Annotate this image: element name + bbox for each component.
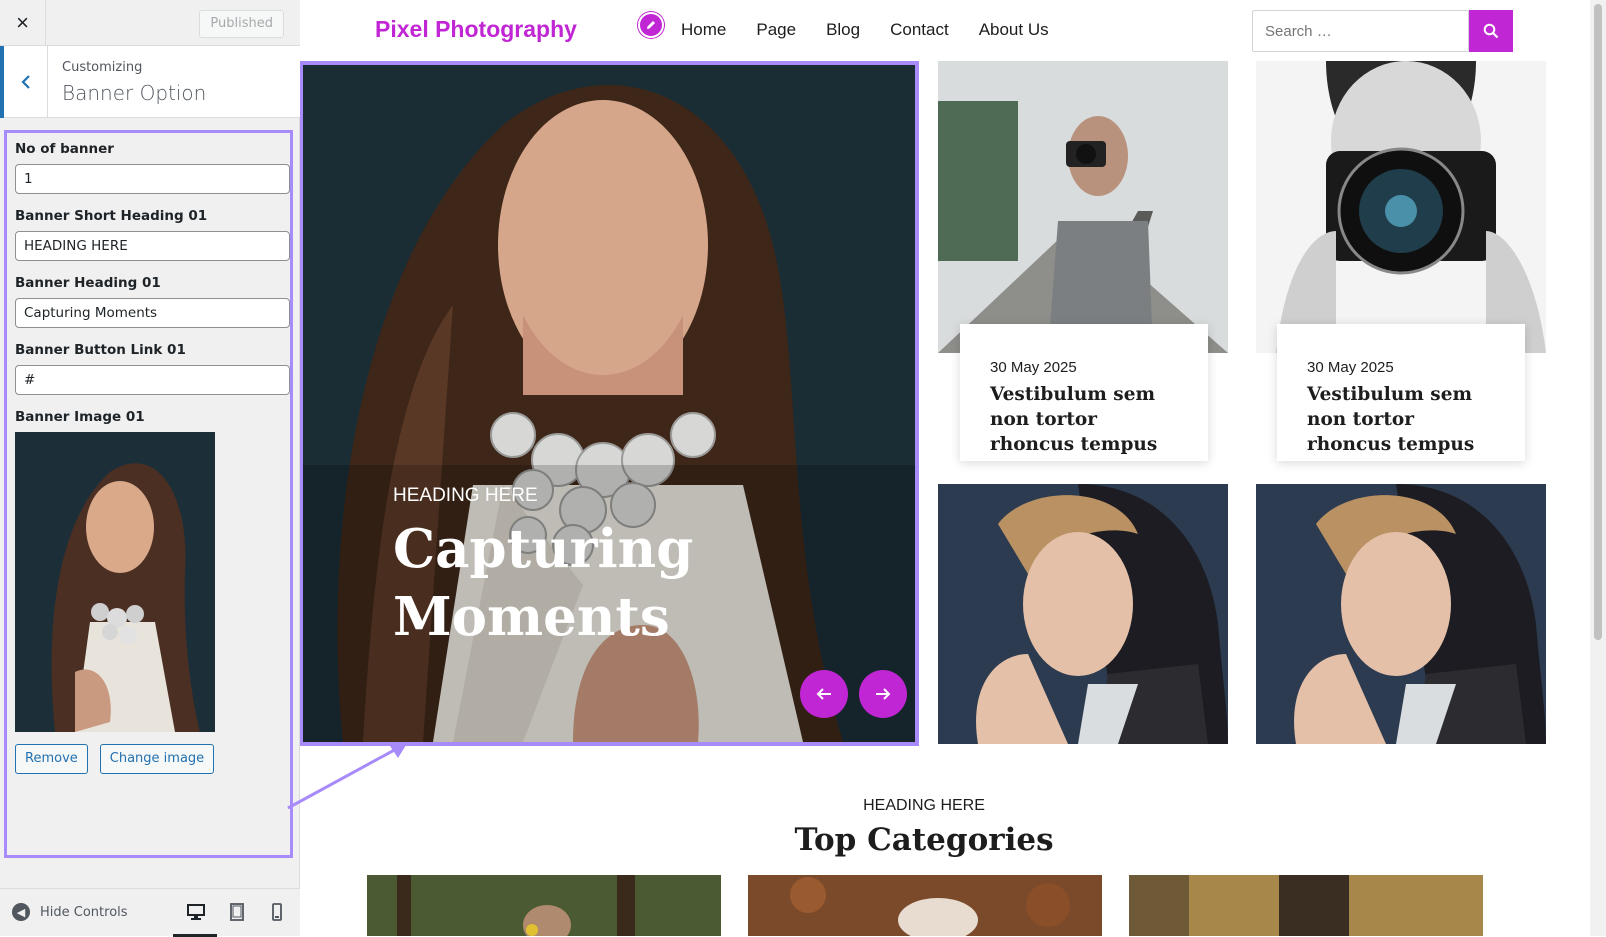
mobile-preview-button[interactable] bbox=[266, 901, 288, 923]
nav-item-page[interactable]: Page bbox=[756, 20, 796, 40]
pencil-icon bbox=[647, 21, 655, 29]
hide-controls-button[interactable]: ◀ Hide Controls bbox=[12, 903, 128, 921]
field-label-banner-heading: Banner Heading 01 bbox=[15, 275, 161, 291]
banner-image-thumbnail[interactable] bbox=[15, 432, 215, 732]
post-card[interactable]: 30 May 2025 Vestibulum sem non tortor rh… bbox=[960, 324, 1208, 461]
tablet-preview-button[interactable] bbox=[226, 901, 248, 923]
search-input[interactable] bbox=[1252, 10, 1469, 52]
mobile-icon bbox=[272, 903, 282, 921]
nav-item-contact[interactable]: Contact bbox=[890, 20, 949, 40]
banner-short-heading: HEADING HERE bbox=[393, 485, 538, 506]
nav-item-blog[interactable]: Blog bbox=[826, 20, 860, 40]
banner-heading: Capturing Moments bbox=[393, 518, 694, 648]
post-title[interactable]: Vestibulum sem non tortor rhoncus tempus bbox=[990, 382, 1178, 457]
section-header: Customizing Banner Option bbox=[0, 46, 300, 118]
site-preview: Pixel Photography Home Page Blog Contact… bbox=[300, 0, 1590, 936]
post-image[interactable] bbox=[1256, 484, 1546, 744]
banner-prev-button[interactable] bbox=[800, 670, 848, 718]
customizer-sidebar: × Published Customizing Banner Option No… bbox=[0, 0, 300, 937]
preview-scrollbar[interactable] bbox=[1590, 0, 1606, 936]
banner-next-button[interactable] bbox=[859, 670, 907, 718]
category-image[interactable] bbox=[1129, 875, 1483, 936]
post-image[interactable] bbox=[938, 61, 1228, 353]
field-label-banner-image: Banner Image 01 bbox=[15, 409, 145, 425]
main-navigation: Home Page Blog Contact About Us bbox=[681, 20, 1049, 40]
edit-shortcut-button[interactable] bbox=[638, 12, 664, 38]
post-date: 30 May 2025 bbox=[1307, 359, 1394, 376]
no-of-banner-input[interactable] bbox=[15, 164, 290, 194]
post-title[interactable]: Vestibulum sem non tortor rhoncus tempus bbox=[1307, 382, 1495, 457]
desktop-preview-button[interactable] bbox=[173, 901, 217, 937]
site-title[interactable]: Pixel Photography bbox=[375, 16, 577, 43]
customizing-label: Customizing bbox=[62, 60, 143, 75]
back-button[interactable] bbox=[0, 46, 48, 118]
post-card[interactable]: 30 May 2025 Vestibulum sem non tortor rh… bbox=[1277, 324, 1525, 461]
section-title: Banner Option bbox=[62, 81, 207, 105]
category-image[interactable] bbox=[748, 875, 1102, 936]
hide-controls-label: Hide Controls bbox=[40, 904, 128, 920]
close-icon: × bbox=[16, 10, 29, 35]
customizer-footer: ◀ Hide Controls bbox=[0, 888, 300, 937]
hero-banner: HEADING HERE Capturing Moments bbox=[300, 61, 919, 746]
scrollbar-thumb[interactable] bbox=[1594, 4, 1602, 640]
field-label-no-of-banner: No of banner bbox=[15, 141, 114, 157]
post-image[interactable] bbox=[1256, 61, 1546, 353]
arrow-left-icon bbox=[816, 688, 831, 700]
section-short-heading: HEADING HERE bbox=[863, 797, 985, 814]
remove-image-button[interactable]: Remove bbox=[15, 744, 88, 774]
close-customizer-button[interactable]: × bbox=[0, 0, 46, 46]
post-date: 30 May 2025 bbox=[990, 359, 1077, 376]
arrow-left-circle-icon: ◀ bbox=[12, 903, 30, 921]
field-label-button-link: Banner Button Link 01 bbox=[15, 342, 186, 358]
chevron-left-icon bbox=[20, 75, 30, 89]
search-button[interactable] bbox=[1469, 10, 1513, 52]
published-button[interactable]: Published bbox=[199, 10, 284, 38]
tablet-icon bbox=[230, 903, 244, 921]
category-image[interactable] bbox=[367, 875, 721, 936]
nav-item-about-us[interactable]: About Us bbox=[979, 20, 1049, 40]
change-image-button[interactable]: Change image bbox=[99, 744, 215, 774]
section-heading: Top Categories bbox=[794, 822, 1054, 858]
field-label-short-heading: Banner Short Heading 01 bbox=[15, 208, 208, 224]
nav-item-home[interactable]: Home bbox=[681, 20, 726, 40]
arrow-right-icon bbox=[876, 688, 891, 700]
button-link-input[interactable] bbox=[15, 365, 290, 395]
banner-controls-panel: No of banner Banner Short Heading 01 Ban… bbox=[4, 130, 293, 858]
desktop-icon bbox=[187, 904, 205, 920]
post-image[interactable] bbox=[938, 484, 1228, 744]
banner-heading-input[interactable] bbox=[15, 298, 290, 328]
search-icon bbox=[1483, 23, 1499, 39]
short-heading-input[interactable] bbox=[15, 231, 290, 261]
customizer-header: × Published bbox=[0, 0, 300, 46]
